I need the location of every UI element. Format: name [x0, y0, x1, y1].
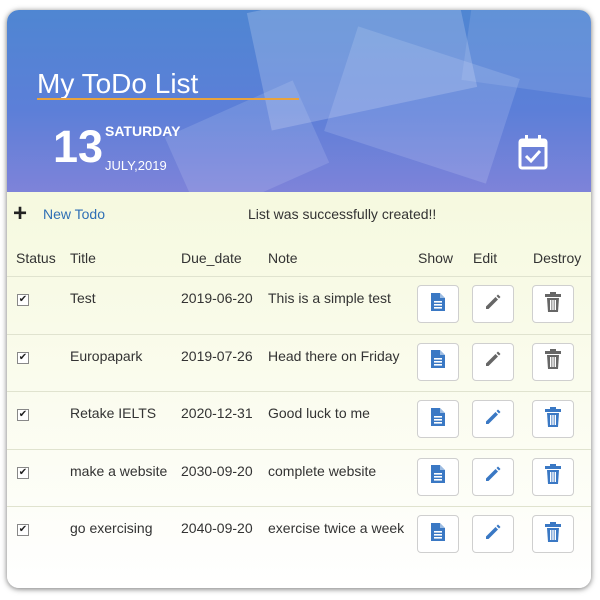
page-title: My ToDo List — [37, 68, 199, 99]
toolbar: + New Todo List was successfully created… — [7, 192, 591, 236]
todo-title: Europapark — [70, 347, 143, 364]
todo-note: exercise twice a week — [268, 520, 405, 536]
todo-title: Retake IELTS — [70, 405, 157, 421]
document-icon — [430, 464, 446, 489]
status-checkbox[interactable]: ✔ — [17, 351, 29, 364]
destroy-button[interactable] — [532, 285, 574, 323]
edit-button[interactable] — [472, 400, 514, 438]
todo-title: Test — [70, 290, 96, 306]
destroy-button[interactable] — [532, 400, 574, 438]
new-todo-label: New Todo — [43, 206, 106, 222]
status-checkbox[interactable]: ✔ — [17, 409, 29, 421]
todo-note: Head there on Friday — [268, 347, 400, 364]
show-button[interactable] — [417, 285, 459, 323]
status-checkbox[interactable]: ✔ — [17, 466, 29, 479]
trash-icon — [544, 521, 562, 548]
header-title: Title — [70, 250, 96, 266]
header-status: Status — [16, 250, 56, 266]
document-icon — [430, 292, 446, 317]
pencil-icon — [483, 464, 503, 489]
show-button[interactable] — [417, 400, 459, 438]
todo-due-date: 2019-06-20 — [181, 290, 253, 306]
todo-note: complete website — [268, 462, 377, 479]
todo-note: This is a simple test — [268, 290, 391, 306]
document-icon — [430, 522, 446, 547]
pencil-icon — [483, 292, 503, 317]
todo-title: make a website — [70, 462, 168, 479]
edit-button[interactable] — [472, 515, 514, 553]
trash-icon — [544, 291, 562, 318]
trash-icon — [544, 406, 562, 433]
flash-message: List was successfully created!! — [248, 206, 437, 222]
table-row: ✔ go exercising 2040-09-20 exercise twice a… — [7, 506, 591, 565]
date-month-year: JULY,2019 — [105, 158, 167, 173]
edit-button[interactable] — [472, 285, 514, 323]
calendar-check-icon — [518, 134, 548, 175]
show-button[interactable] — [417, 515, 459, 553]
todo-due-date: 2040-09-20 — [181, 520, 253, 536]
status-checkbox[interactable]: ✔ — [17, 294, 29, 306]
destroy-button[interactable] — [532, 515, 574, 553]
title-underline — [37, 98, 299, 100]
header-note: Note — [268, 250, 298, 266]
pencil-icon — [483, 407, 503, 432]
table-row: ✔ Test 2019-06-20 This is a simple test — [7, 276, 591, 335]
header-due-date: Due_date — [181, 250, 242, 266]
pencil-icon — [483, 522, 503, 547]
todo-due-date: 2020-12-31 — [181, 405, 253, 421]
new-todo-link[interactable]: + New Todo — [13, 200, 106, 227]
destroy-button[interactable] — [532, 342, 574, 381]
date-day: 13 — [53, 121, 104, 172]
destroy-button[interactable] — [532, 457, 574, 496]
status-checkbox[interactable]: ✔ — [17, 524, 29, 536]
trash-icon — [544, 348, 562, 375]
trash-icon — [544, 463, 562, 490]
pencil-icon — [483, 349, 503, 374]
table-row: ✔ make a website 2030-09-20 complete websit… — [7, 448, 591, 508]
todo-note: Good luck to me — [268, 405, 370, 421]
table-row: ✔ Europapark 2019-07-26 Head there on Frida… — [7, 333, 591, 393]
show-button[interactable] — [417, 342, 459, 381]
todo-title: go exercising — [70, 520, 153, 536]
document-icon — [430, 349, 446, 374]
edit-button[interactable] — [472, 342, 514, 381]
table-row: ✔ Retake IELTS 2020-12-31 Good luck to me — [7, 391, 591, 450]
todo-due-date: 2019-07-26 — [181, 347, 253, 364]
header-banner: My ToDo List 13 SATURDAY JULY,2019 — [7, 10, 591, 192]
edit-button[interactable] — [472, 457, 514, 496]
date-weekday: SATURDAY — [105, 123, 181, 139]
plus-icon: + — [13, 200, 28, 227]
show-button[interactable] — [417, 457, 459, 496]
todo-due-date: 2030-09-20 — [181, 462, 253, 479]
header-destroy: Destroy — [533, 250, 582, 266]
document-icon — [430, 407, 446, 432]
todo-card: My ToDo List 13 SATURDAY JULY,2019 + New… — [7, 10, 591, 588]
header-edit: Edit — [473, 250, 498, 266]
header-show: Show — [418, 250, 454, 266]
